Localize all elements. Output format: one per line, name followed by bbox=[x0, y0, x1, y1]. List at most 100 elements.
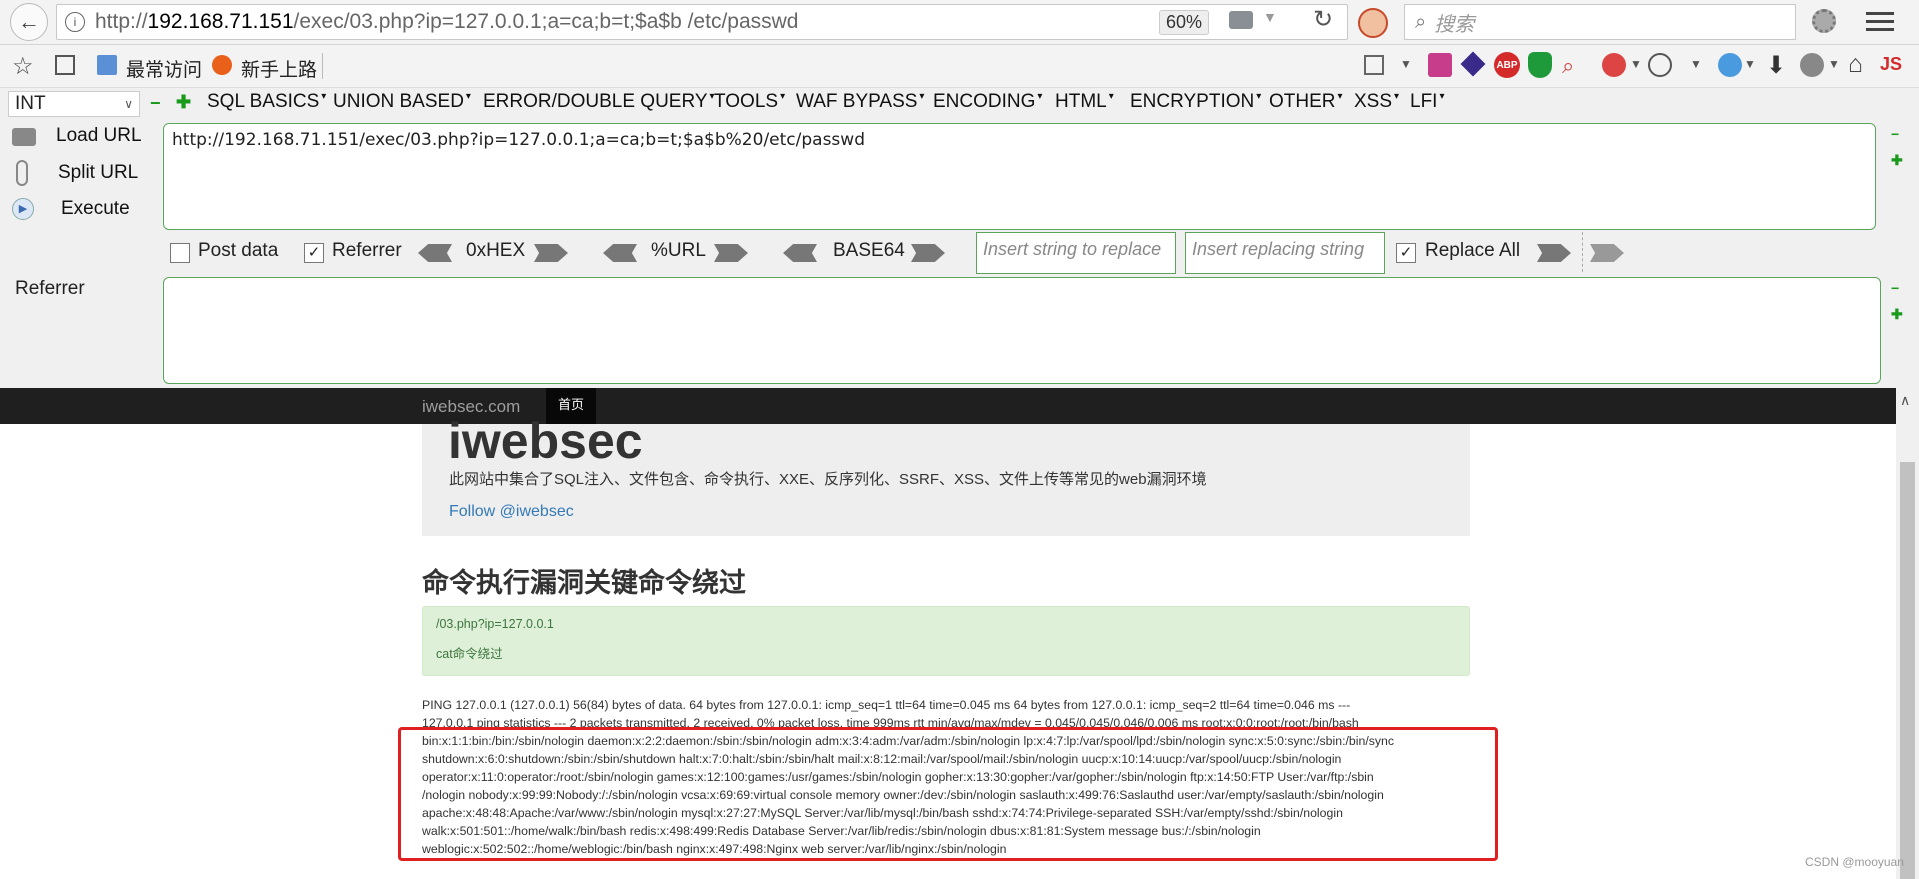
url-prefix: http:// bbox=[95, 10, 148, 33]
magnifier-icon[interactable]: ⌕ bbox=[1562, 53, 1574, 79]
dropdown-arrow-icon[interactable]: ▼ bbox=[1744, 57, 1756, 71]
base64-encode-arrow-icon[interactable] bbox=[911, 244, 945, 262]
url-decode-arrow-icon[interactable] bbox=[603, 244, 637, 262]
screenshot-icon[interactable] bbox=[1364, 55, 1384, 75]
url-encode-label: %URL bbox=[651, 240, 706, 261]
menu-tools[interactable]: TOOLS bbox=[714, 91, 785, 113]
home-icon[interactable]: ⌂ bbox=[1848, 50, 1863, 79]
site-description: 此网站中集合了SQL注入、文件包含、命令执行、XXE、反序列化、SSRF、XSS… bbox=[449, 471, 1207, 488]
cookie-icon[interactable] bbox=[1648, 53, 1672, 77]
chevron-up-icon[interactable]: ∧ bbox=[1900, 392, 1910, 409]
referrer-checkbox[interactable]: ✓ bbox=[304, 243, 324, 263]
menu-union-based[interactable]: UNION BASED bbox=[333, 91, 471, 113]
firefox-icon bbox=[212, 55, 232, 75]
globe-icon[interactable] bbox=[1718, 53, 1742, 77]
split-url-button[interactable]: Split URL bbox=[58, 162, 138, 184]
hackbar-panel: INT ∨ − ✚ SQL BASICS UNION BASED ERROR/D… bbox=[0, 88, 1919, 388]
plus-icon[interactable]: ✚ bbox=[176, 92, 191, 113]
base64-decode-arrow-icon[interactable] bbox=[783, 244, 817, 262]
minus-icon[interactable]: − bbox=[1891, 280, 1899, 296]
post-data-checkbox[interactable] bbox=[170, 243, 190, 263]
info-icon[interactable]: i bbox=[65, 12, 85, 32]
replacing-string-input[interactable]: Insert replacing string bbox=[1185, 232, 1385, 274]
section-title: 命令执行漏洞关键命令绕过 bbox=[422, 568, 746, 598]
reload-icon[interactable]: ↻ bbox=[1313, 5, 1333, 34]
wappalyzer-icon[interactable] bbox=[1460, 51, 1486, 77]
referrer-textarea[interactable] bbox=[163, 277, 1881, 384]
divider bbox=[322, 53, 323, 79]
divider bbox=[1582, 232, 1584, 272]
zoom-level[interactable]: 60% bbox=[1159, 10, 1210, 35]
menu-encoding[interactable]: ENCODING bbox=[933, 91, 1042, 113]
bookmark-getting-started[interactable]: 新手上路 bbox=[241, 55, 317, 82]
url-encode-arrow-icon[interactable] bbox=[714, 244, 748, 262]
hex-label: 0xHEX bbox=[466, 240, 526, 261]
follow-link[interactable]: Follow @iwebsec bbox=[449, 503, 574, 521]
navigation-bar: ← i http://192.168.71.151/exec/03.php?ip… bbox=[0, 0, 1919, 45]
reader-icon[interactable] bbox=[1229, 11, 1253, 29]
url-textarea[interactable]: http://192.168.71.151/exec/03.php?ip=127… bbox=[163, 123, 1876, 230]
search-box[interactable]: ⌕ 搜索 bbox=[1404, 4, 1796, 40]
menu-html[interactable]: HTML bbox=[1055, 91, 1114, 113]
menu-icon[interactable] bbox=[1866, 8, 1894, 34]
replace-arrow-icon[interactable] bbox=[1537, 244, 1571, 262]
execute-icon: ▶ bbox=[12, 198, 34, 220]
url-host: 192.168.71.151 bbox=[147, 10, 294, 33]
adblock-icon[interactable]: ABP bbox=[1494, 52, 1520, 78]
replace-string-input[interactable]: Insert string to replace bbox=[976, 232, 1176, 274]
noscript-icon[interactable] bbox=[1358, 8, 1388, 38]
jumbotron: iwebsec 此网站中集合了SQL注入、文件包含、命令执行、XXE、反序列化、… bbox=[422, 413, 1470, 536]
plus-icon[interactable]: ✚ bbox=[1891, 152, 1903, 169]
dropdown-arrow-icon[interactable]: ▼ bbox=[1263, 9, 1277, 25]
dropdown-arrow-icon[interactable]: ▼ bbox=[1630, 57, 1642, 71]
menu-sql-basics[interactable]: SQL BASICS bbox=[207, 91, 326, 113]
type-select-value: INT bbox=[15, 93, 46, 114]
plus-icon[interactable]: ✚ bbox=[1891, 306, 1903, 323]
scrollbar-thumb[interactable] bbox=[1900, 462, 1915, 879]
proxy-icon[interactable] bbox=[1602, 53, 1626, 77]
replace-reverse-arrow-icon[interactable] bbox=[1590, 244, 1624, 262]
post-data-label: Post data bbox=[198, 240, 279, 261]
minus-icon[interactable]: − bbox=[1891, 126, 1899, 142]
star-icon[interactable]: ☆ bbox=[12, 52, 34, 81]
library-icon[interactable] bbox=[55, 55, 75, 75]
url-path: /exec/03.php?ip=127.0.0.1;a=ca;b=t;$a$b … bbox=[293, 10, 799, 33]
info-alert: /03.php?ip=127.0.0.1 cat命令绕过 bbox=[422, 606, 1470, 676]
menu-lfi[interactable]: LFI bbox=[1410, 91, 1444, 113]
site-navbar: iwebsec.com 首页 bbox=[0, 388, 1896, 424]
hex-encode-arrow-icon[interactable] bbox=[534, 244, 568, 262]
hex-decode-arrow-icon[interactable] bbox=[418, 244, 452, 262]
load-url-icon bbox=[12, 128, 36, 146]
info-url: /03.php?ip=127.0.0.1 bbox=[436, 617, 554, 631]
bookmark-most-visited[interactable]: 最常访问 bbox=[126, 55, 202, 82]
gear-icon[interactable] bbox=[1812, 9, 1836, 33]
search-icon: ⌕ bbox=[1415, 10, 1427, 33]
menu-xss[interactable]: XSS bbox=[1354, 91, 1399, 113]
referrer-label: Referrer bbox=[332, 240, 402, 261]
scrollbar[interactable]: ∧ bbox=[1896, 388, 1919, 879]
bookmarks-toolbar: ☆ 最常访问 新手上路 ▼ ABP ⌕ ▼ ▼ ▼ ⬇ ▼ ⌂ JS bbox=[0, 45, 1919, 88]
url-textarea-value: http://192.168.71.151/exec/03.php?ip=127… bbox=[172, 130, 865, 150]
dropdown-arrow-icon[interactable]: ▼ bbox=[1690, 57, 1702, 71]
js-icon[interactable]: JS bbox=[1880, 54, 1902, 75]
type-select[interactable]: INT ∨ bbox=[8, 91, 140, 117]
back-button[interactable]: ← bbox=[10, 3, 48, 41]
menu-waf-bypass[interactable]: WAF BYPASS bbox=[796, 91, 924, 113]
base64-label: BASE64 bbox=[833, 240, 905, 261]
execute-button[interactable]: Execute bbox=[61, 198, 130, 220]
hackbar-extension-icon[interactable] bbox=[1428, 53, 1452, 77]
menu-encryption[interactable]: ENCRYPTION bbox=[1130, 91, 1261, 113]
load-url-button[interactable]: Load URL bbox=[56, 125, 142, 147]
menu-error-double-query[interactable]: ERROR/DOUBLE QUERY bbox=[483, 91, 715, 113]
dropdown-arrow-icon[interactable]: ▼ bbox=[1828, 57, 1840, 71]
url-bar[interactable]: i http://192.168.71.151/exec/03.php?ip=1… bbox=[56, 4, 1348, 40]
download-icon[interactable]: ⬇ bbox=[1766, 51, 1786, 80]
account-icon[interactable] bbox=[1800, 53, 1824, 77]
dropdown-arrow-icon[interactable]: ▼ bbox=[1400, 57, 1412, 71]
menu-other[interactable]: OTHER bbox=[1269, 91, 1343, 113]
minus-icon[interactable]: − bbox=[150, 93, 161, 114]
referrer-field-label: Referrer bbox=[15, 278, 85, 299]
replace-all-checkbox[interactable]: ✓ bbox=[1396, 243, 1416, 263]
shield-icon[interactable] bbox=[1528, 52, 1552, 78]
chevron-down-icon: ∨ bbox=[124, 97, 133, 111]
